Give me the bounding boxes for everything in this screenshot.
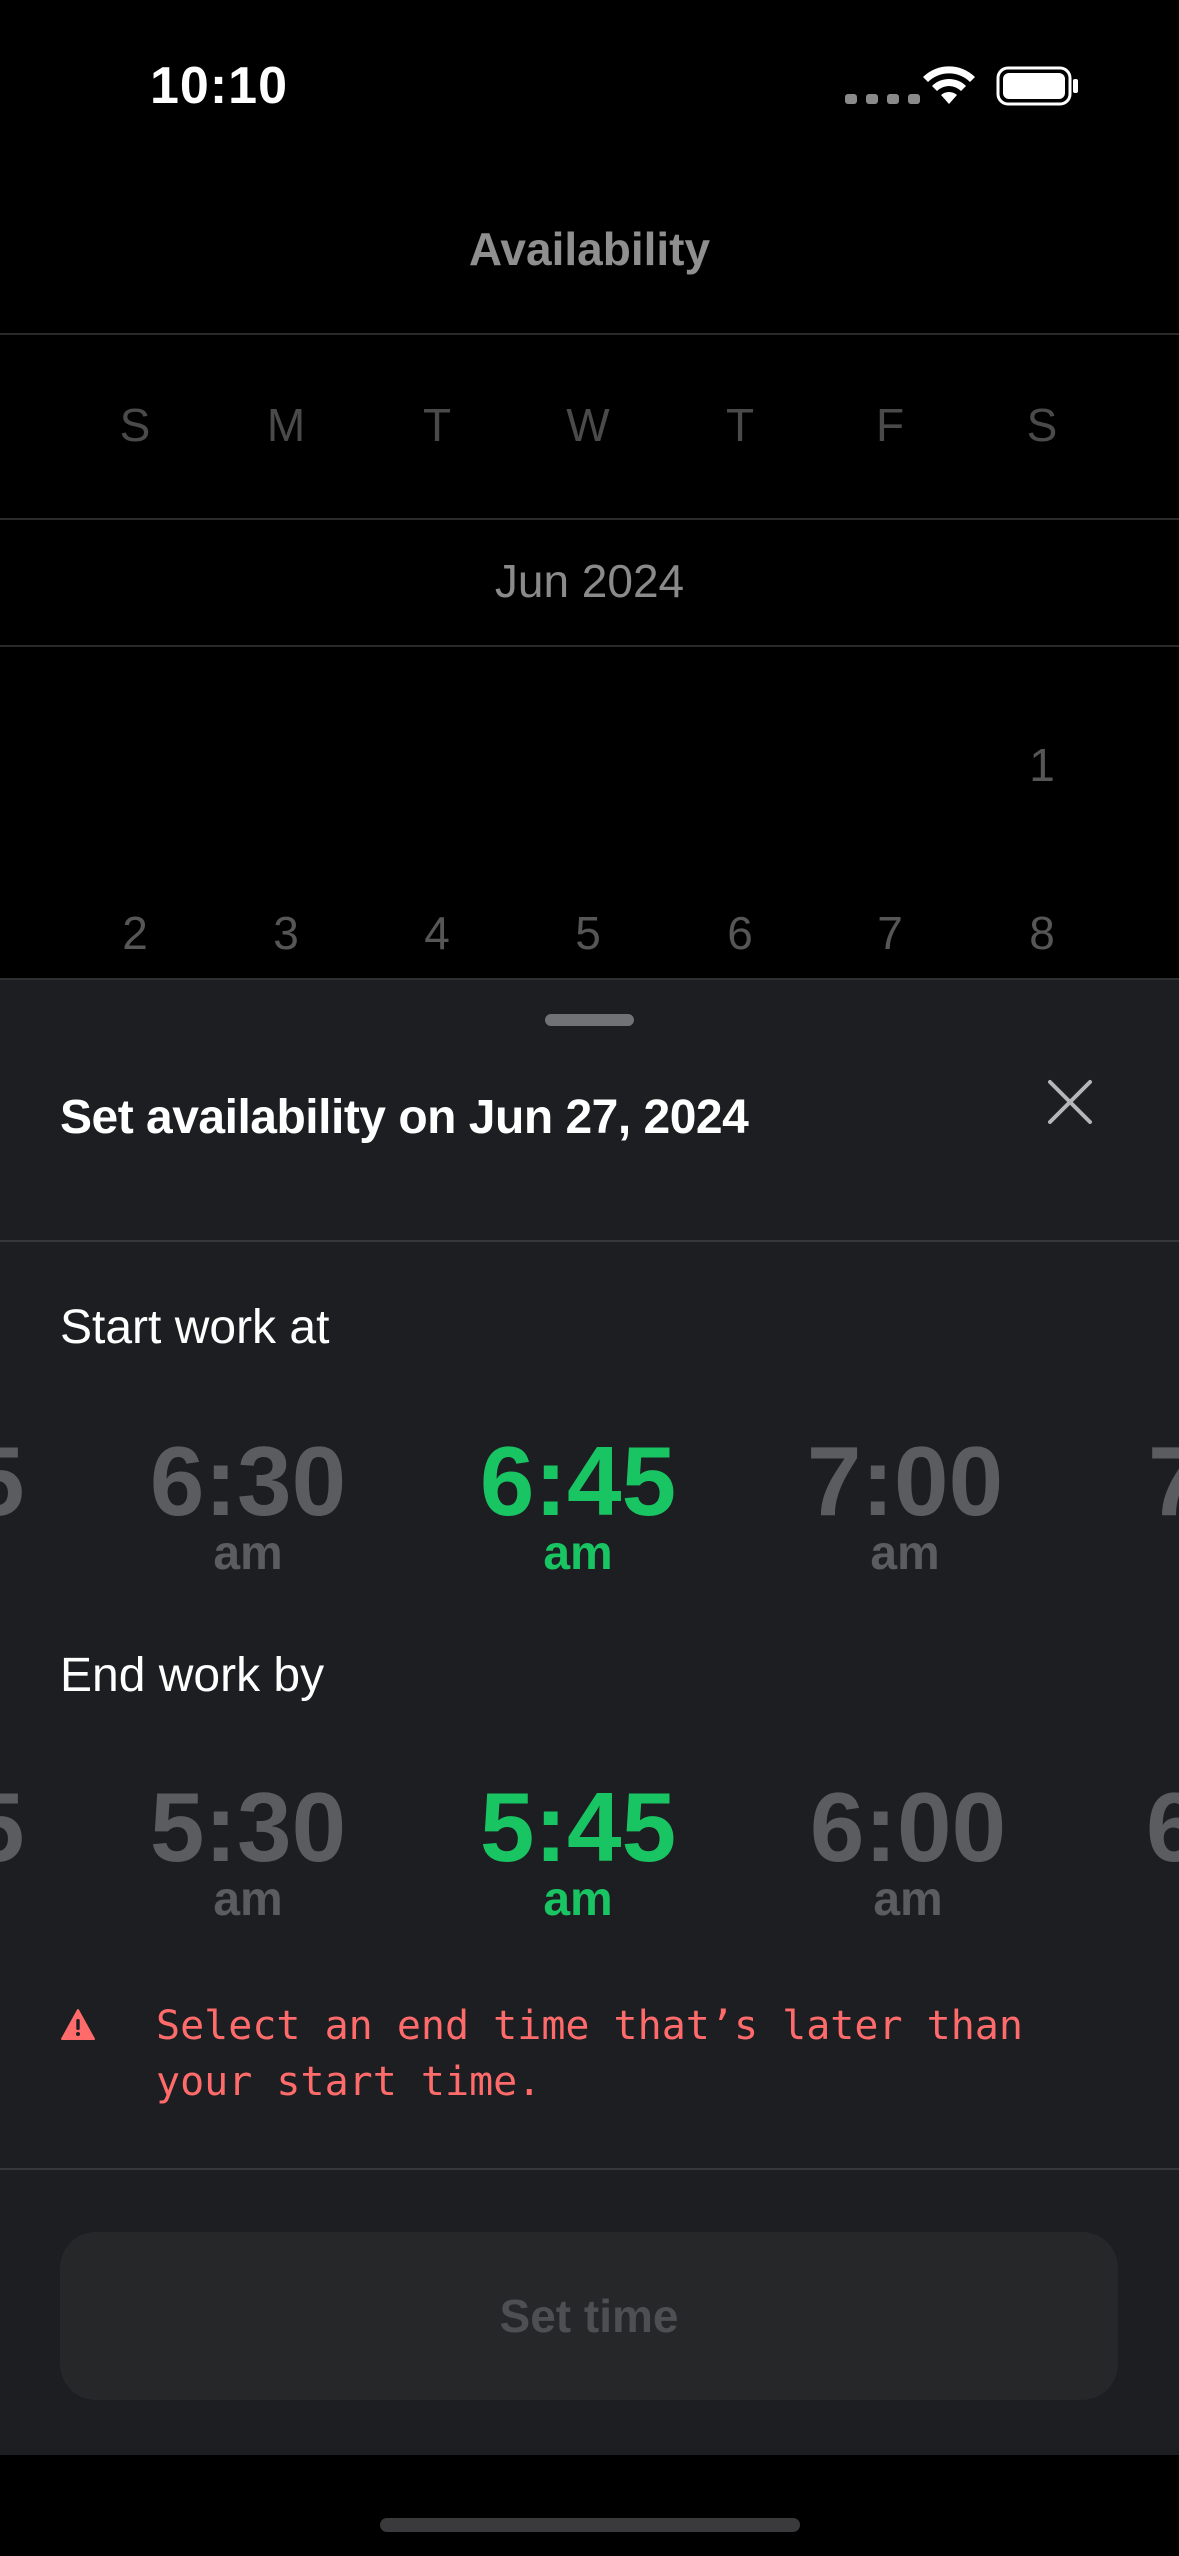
calendar-day[interactable]: 2 [85,906,185,960]
end-time-picker[interactable]: 5 5:30 am 5:45 am 6:00 am 6 [0,1772,1179,1962]
screen: 10:10 Availability S M T W T F S Jun 202… [0,0,1179,2556]
end-time-option-selected[interactable]: 5:45 am [418,1772,738,1924]
dynamic-island [403,31,775,141]
calendar-day[interactable]: 6 [690,906,790,960]
start-time-period: am [870,1527,940,1580]
end-time-period: am [213,1873,283,1926]
sheet-title: Set availability on Jun 27, 2024 [60,1091,749,1144]
weekday-divider [0,518,1179,520]
status-time: 10:10 [150,57,288,115]
close-icon[interactable] [1040,1072,1100,1132]
start-time-picker[interactable]: 5 6:30 am 6:45 am 7:00 am 7 [0,1426,1179,1616]
weekday-label: S [1026,399,1058,451]
sheet-header-divider [0,1240,1179,1242]
end-time-option[interactable]: 5:30 am [88,1772,408,1924]
weekday-label: T [422,399,452,451]
sheet-grabber[interactable] [545,1014,634,1026]
calendar-day[interactable]: 1 [992,738,1092,792]
cellular-signal-icon [845,94,920,104]
weekday-label: T [725,399,755,451]
weekday-header: S M T W T F S [0,398,1179,458]
end-time-value: 5:45 [479,1772,677,1882]
warning-icon [61,2009,95,2040]
start-time-period: am [543,1527,613,1580]
end-time-option[interactable]: 6:00 am [748,1772,1068,1924]
sheet-footer-divider [0,2168,1179,2170]
end-time-peek-right[interactable]: 6 [1146,1772,1179,1882]
weekday-label: S [119,399,151,451]
start-time-option-selected[interactable]: 6:45 am [418,1426,738,1578]
start-time-value: 7:00 [806,1426,1004,1536]
calendar-day[interactable]: 5 [538,906,638,960]
end-label: End work by [60,1649,325,1702]
error-line: Select an end time that’s later than [156,2003,1023,2049]
weekday-label: M [266,399,306,451]
start-time-value: 6:45 [479,1426,677,1536]
set-time-button[interactable]: Set time [60,2232,1118,2400]
start-time-value: 6:30 [149,1426,347,1536]
wifi-icon [923,66,975,104]
start-label: Start work at [60,1301,330,1354]
calendar-day[interactable]: 7 [840,906,940,960]
start-time-peek-right[interactable]: 7 [1148,1426,1179,1536]
error-line: your start time. [156,2059,542,2105]
start-time-peek-left[interactable]: 5 [0,1426,25,1536]
battery-icon [996,66,1078,106]
month-label: Jun 2024 [494,555,685,607]
page-title: Availability [468,223,711,275]
weekday-label: F [875,399,905,451]
weekday-label: W [566,399,610,451]
calendar-day[interactable]: 4 [387,906,487,960]
end-time-period: am [873,1873,943,1926]
end-time-value: 5:30 [149,1772,347,1882]
calendar-day[interactable]: 3 [236,906,336,960]
error-message: Select an end time that’s later than you… [156,1998,1116,2110]
start-time-option[interactable]: 7:00 am [745,1426,1065,1578]
start-time-option[interactable]: 6:30 am [88,1426,408,1578]
calendar-day[interactable]: 8 [992,906,1092,960]
start-time-period: am [213,1527,283,1580]
month-divider [0,645,1179,647]
home-area [0,2455,1179,2556]
availability-sheet: Set availability on Jun 27, 2024 Start w… [0,978,1179,2556]
end-time-peek-left[interactable]: 5 [0,1772,25,1882]
end-time-period: am [543,1873,613,1926]
header-divider [0,333,1179,335]
home-indicator[interactable] [380,2518,800,2532]
end-time-value: 6:00 [809,1772,1007,1882]
